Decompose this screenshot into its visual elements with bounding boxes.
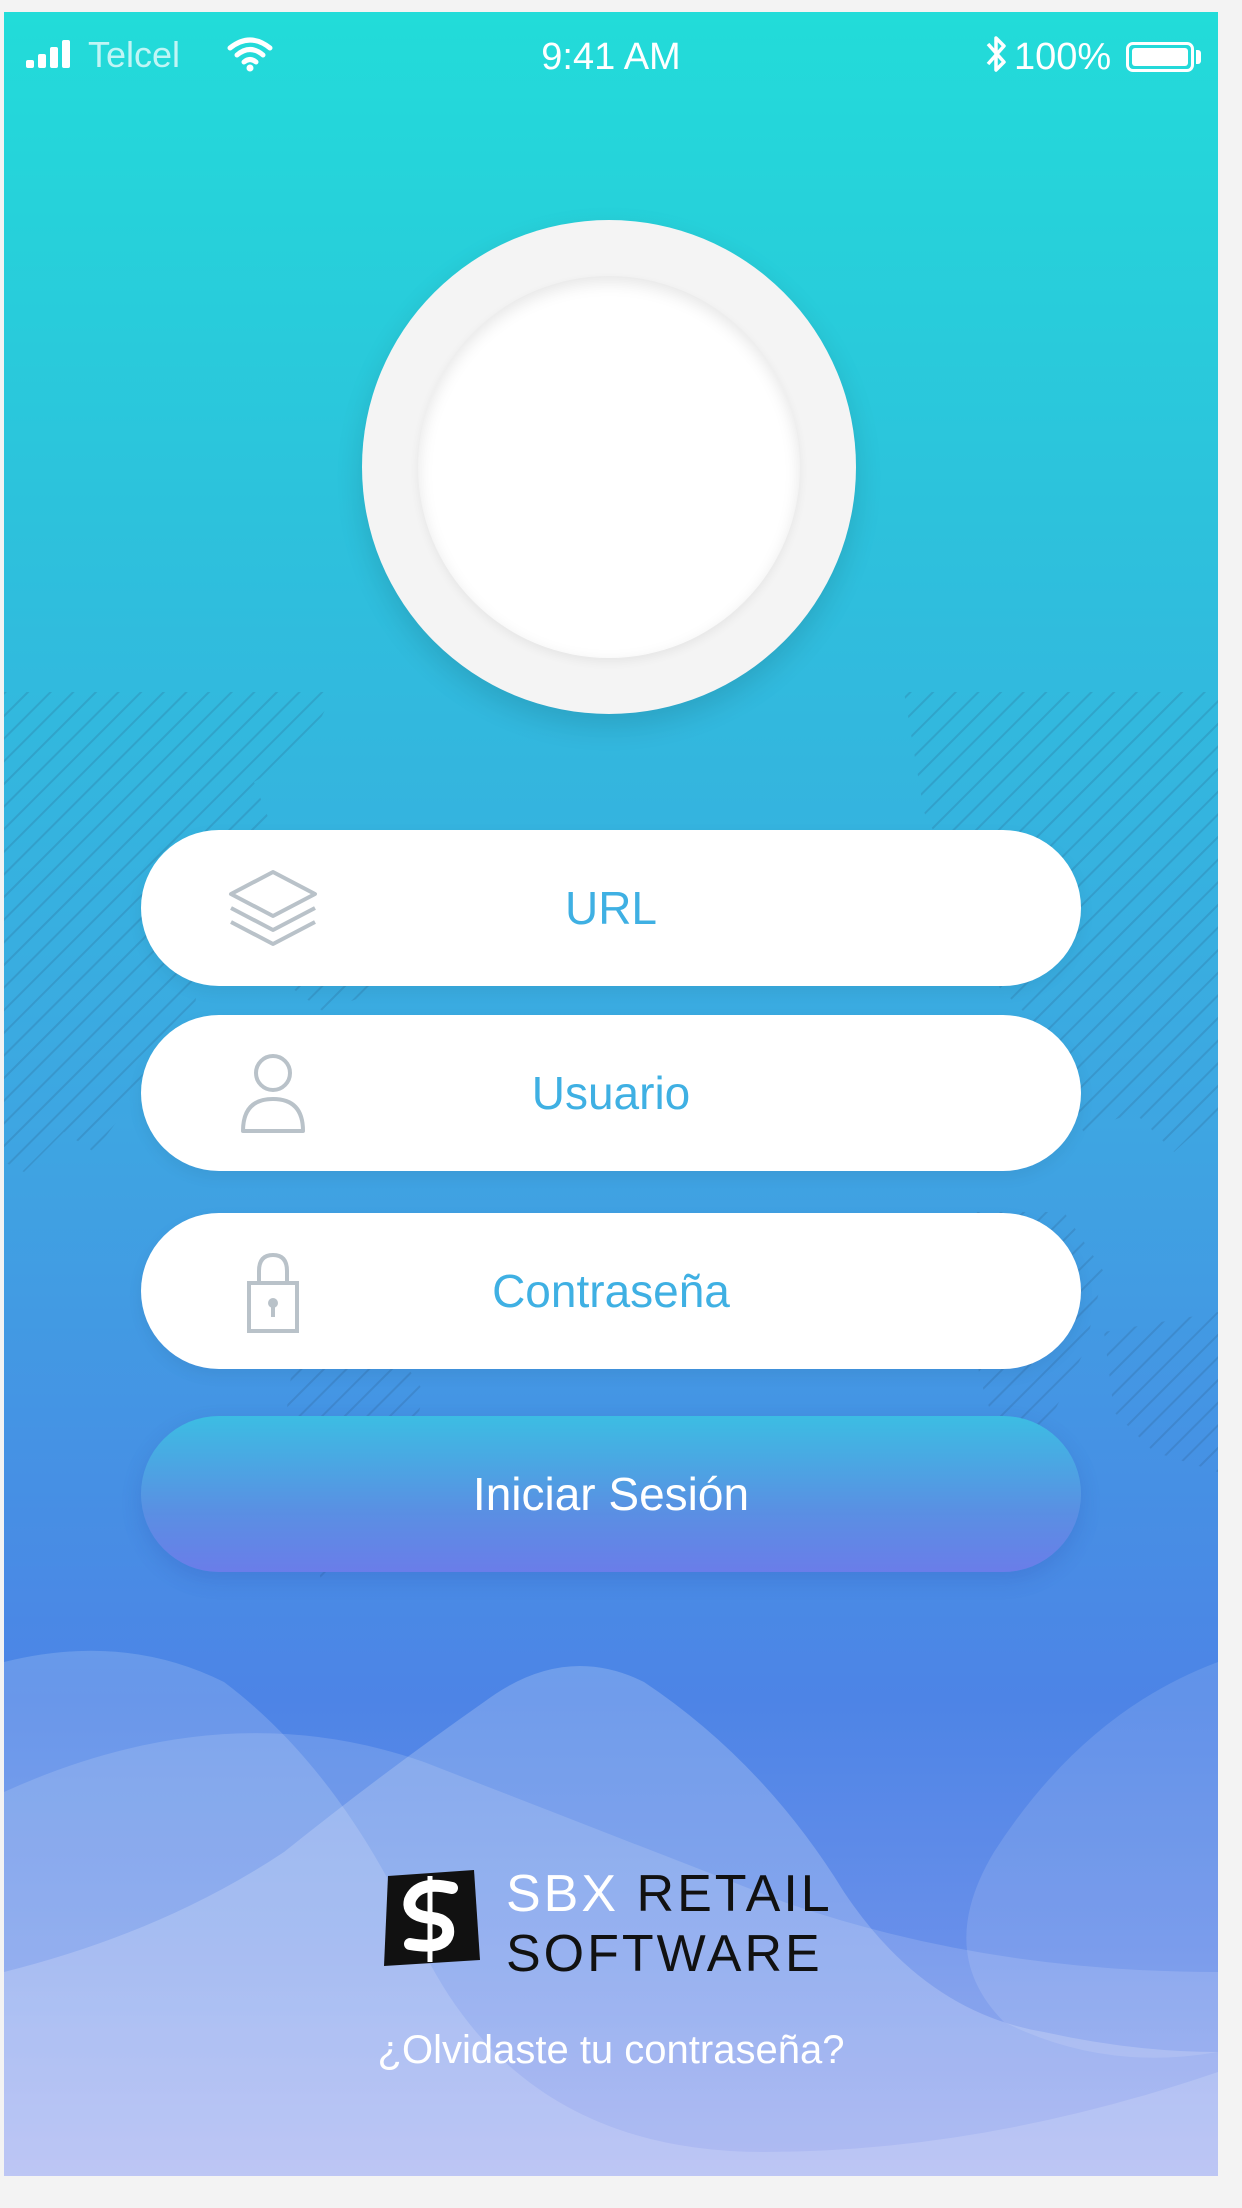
battery-percent: 100% [1014, 36, 1112, 78]
login-screen: Telcel 9:41 AM 100% URL Usuario Contrase… [4, 12, 1218, 2176]
bluetooth-icon [986, 36, 1006, 72]
brand-software: SOFTWARE [506, 1925, 823, 1983]
url-field-label: URL [564, 882, 658, 934]
sbx-logo-mark [384, 1870, 480, 1966]
login-button-label: Iniciar Sesión [472, 1468, 750, 1520]
username-field-label: Usuario [531, 1067, 691, 1119]
brand-sbx: SBX [506, 1865, 620, 1923]
status-bar: Telcel 9:41 AM 100% [4, 12, 1218, 92]
battery-tip [1196, 50, 1201, 64]
brand-retail: RETAIL [636, 1865, 833, 1923]
brand-wordmark: SBX RETAIL SOFTWARE [506, 1864, 833, 1984]
password-field[interactable]: Contraseña [141, 1213, 1081, 1369]
username-field[interactable]: Usuario [141, 1015, 1081, 1171]
forgot-password-link[interactable]: ¿Olvidaste tu contraseña? [4, 2028, 1218, 2073]
login-button[interactable]: Iniciar Sesión [141, 1416, 1081, 1572]
battery-icon [1126, 42, 1194, 72]
url-field[interactable]: URL [141, 830, 1081, 986]
avatar[interactable] [418, 276, 800, 658]
password-field-label: Contraseña [492, 1265, 730, 1317]
